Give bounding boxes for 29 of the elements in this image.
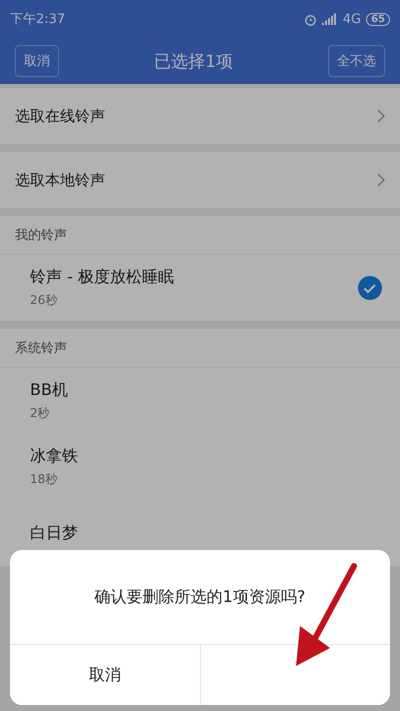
status-time: 下午2:37 <box>10 11 66 28</box>
ringtone-item[interactable]: BB机 2秒 <box>0 368 400 434</box>
menu-entry[interactable]: 选取在线铃声 <box>0 88 400 144</box>
ringtone-duration: 2秒 <box>30 405 51 422</box>
menu-entry[interactable]: 选取本地铃声 <box>0 152 400 208</box>
alarm-icon <box>304 12 317 26</box>
chevron-icon <box>377 173 385 187</box>
network-label: 4G <box>342 12 362 26</box>
ringtone-name: 白日梦 <box>30 522 78 544</box>
ringtone-name: BB机 <box>30 380 68 401</box>
deselect-all-button[interactable]: 全不选 <box>328 45 385 77</box>
cancel-button[interactable]: 取消 <box>15 45 59 77</box>
entry-label: 选取本地铃声 <box>15 170 105 190</box>
ringtone-item[interactable]: 铃声 - 极度放松睡眠 26秒 <box>0 255 400 321</box>
section-title: 系统铃声 <box>0 329 400 368</box>
ringtone-name: 冰拿铁 <box>30 446 78 467</box>
dialog-message: 确认要删除所选的1项资源吗? <box>94 586 306 608</box>
signal-icon <box>322 13 338 25</box>
chevron-icon <box>377 109 385 123</box>
ringtone-duration: 26秒 <box>30 292 58 309</box>
dialog-button[interactable] <box>200 645 390 705</box>
check-icon[interactable] <box>358 276 382 300</box>
page-title: 已选择1项 <box>154 50 233 72</box>
ringtone-item[interactable]: 冰拿铁 18秒 <box>0 434 400 500</box>
section-title: 我的铃声 <box>0 216 400 255</box>
ringtone-name: 铃声 - 极度放松睡眠 <box>30 267 174 288</box>
ringtone-duration: 18秒 <box>30 471 58 488</box>
entry-label: 选取在线铃声 <box>15 106 105 126</box>
battery-level: 65 <box>366 12 390 26</box>
